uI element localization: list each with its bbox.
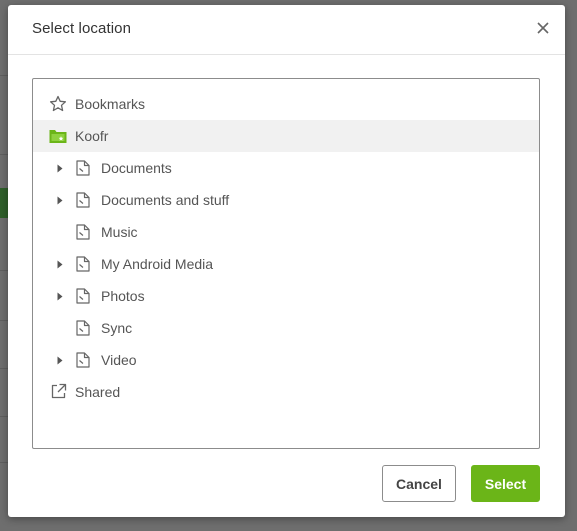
tree-item-folder[interactable]: Sync	[33, 312, 539, 344]
tree-item-folder[interactable]: My Android Media	[33, 248, 539, 280]
folder-icon	[76, 224, 90, 240]
tree-item-label: Documents and stuff	[101, 192, 230, 208]
dialog-header: Select location	[8, 5, 565, 55]
close-icon	[537, 22, 549, 34]
tree-item-label: Music	[101, 224, 138, 240]
folder-icon	[76, 320, 90, 336]
tree-item-label: Bookmarks	[75, 96, 146, 112]
expand-caret-icon[interactable]	[56, 195, 64, 205]
external-link-icon	[50, 383, 67, 400]
folder-icon	[76, 192, 90, 208]
tree-item-folder[interactable]: Documents and stuff	[33, 184, 539, 216]
background-divider	[0, 416, 8, 417]
select-button[interactable]: Select	[471, 465, 540, 502]
expand-caret-icon[interactable]	[56, 291, 64, 301]
close-button[interactable]	[533, 18, 553, 38]
folder-icon	[76, 160, 90, 176]
star-icon	[49, 95, 67, 113]
tree-item-folder[interactable]: Video	[33, 344, 539, 376]
background-divider	[0, 154, 8, 155]
folder-tree: Bookmarks Koofr Documents Documents and …	[32, 78, 540, 449]
background-divider	[0, 270, 8, 271]
tree-item-label: Photos	[101, 288, 145, 304]
cancel-button[interactable]: Cancel	[382, 465, 456, 502]
expand-caret-icon[interactable]	[56, 355, 64, 365]
tree-item-bookmarks[interactable]: Bookmarks	[33, 88, 539, 120]
expand-caret-icon[interactable]	[56, 259, 64, 269]
tree-item-folder[interactable]: Music	[33, 216, 539, 248]
tree-item-folder[interactable]: Documents	[33, 152, 539, 184]
tree-item-label: Sync	[101, 320, 133, 336]
select-location-dialog: Select location Bookmarks Koofr Document…	[8, 5, 565, 517]
folder-icon	[76, 288, 90, 304]
background-divider	[0, 75, 8, 76]
background-divider	[0, 368, 8, 369]
tree-item-shared[interactable]: Shared	[33, 376, 539, 408]
background-divider	[0, 462, 8, 463]
tree-item-label: Koofr	[75, 128, 109, 144]
tree-item-label: Documents	[101, 160, 172, 176]
folder-icon	[76, 256, 90, 272]
tree-item-folder[interactable]: Photos	[33, 280, 539, 312]
expand-caret-icon[interactable]	[56, 163, 64, 173]
koofr-drive-icon	[48, 127, 68, 145]
dialog-title: Select location	[32, 20, 132, 37]
tree-item-koofr[interactable]: Koofr	[33, 120, 539, 152]
tree-item-label: My Android Media	[101, 256, 214, 272]
background-green-strip	[0, 188, 8, 218]
folder-icon	[76, 352, 90, 368]
tree-item-label: Video	[101, 352, 137, 368]
tree-item-label: Shared	[75, 384, 121, 400]
background-divider	[0, 320, 8, 321]
